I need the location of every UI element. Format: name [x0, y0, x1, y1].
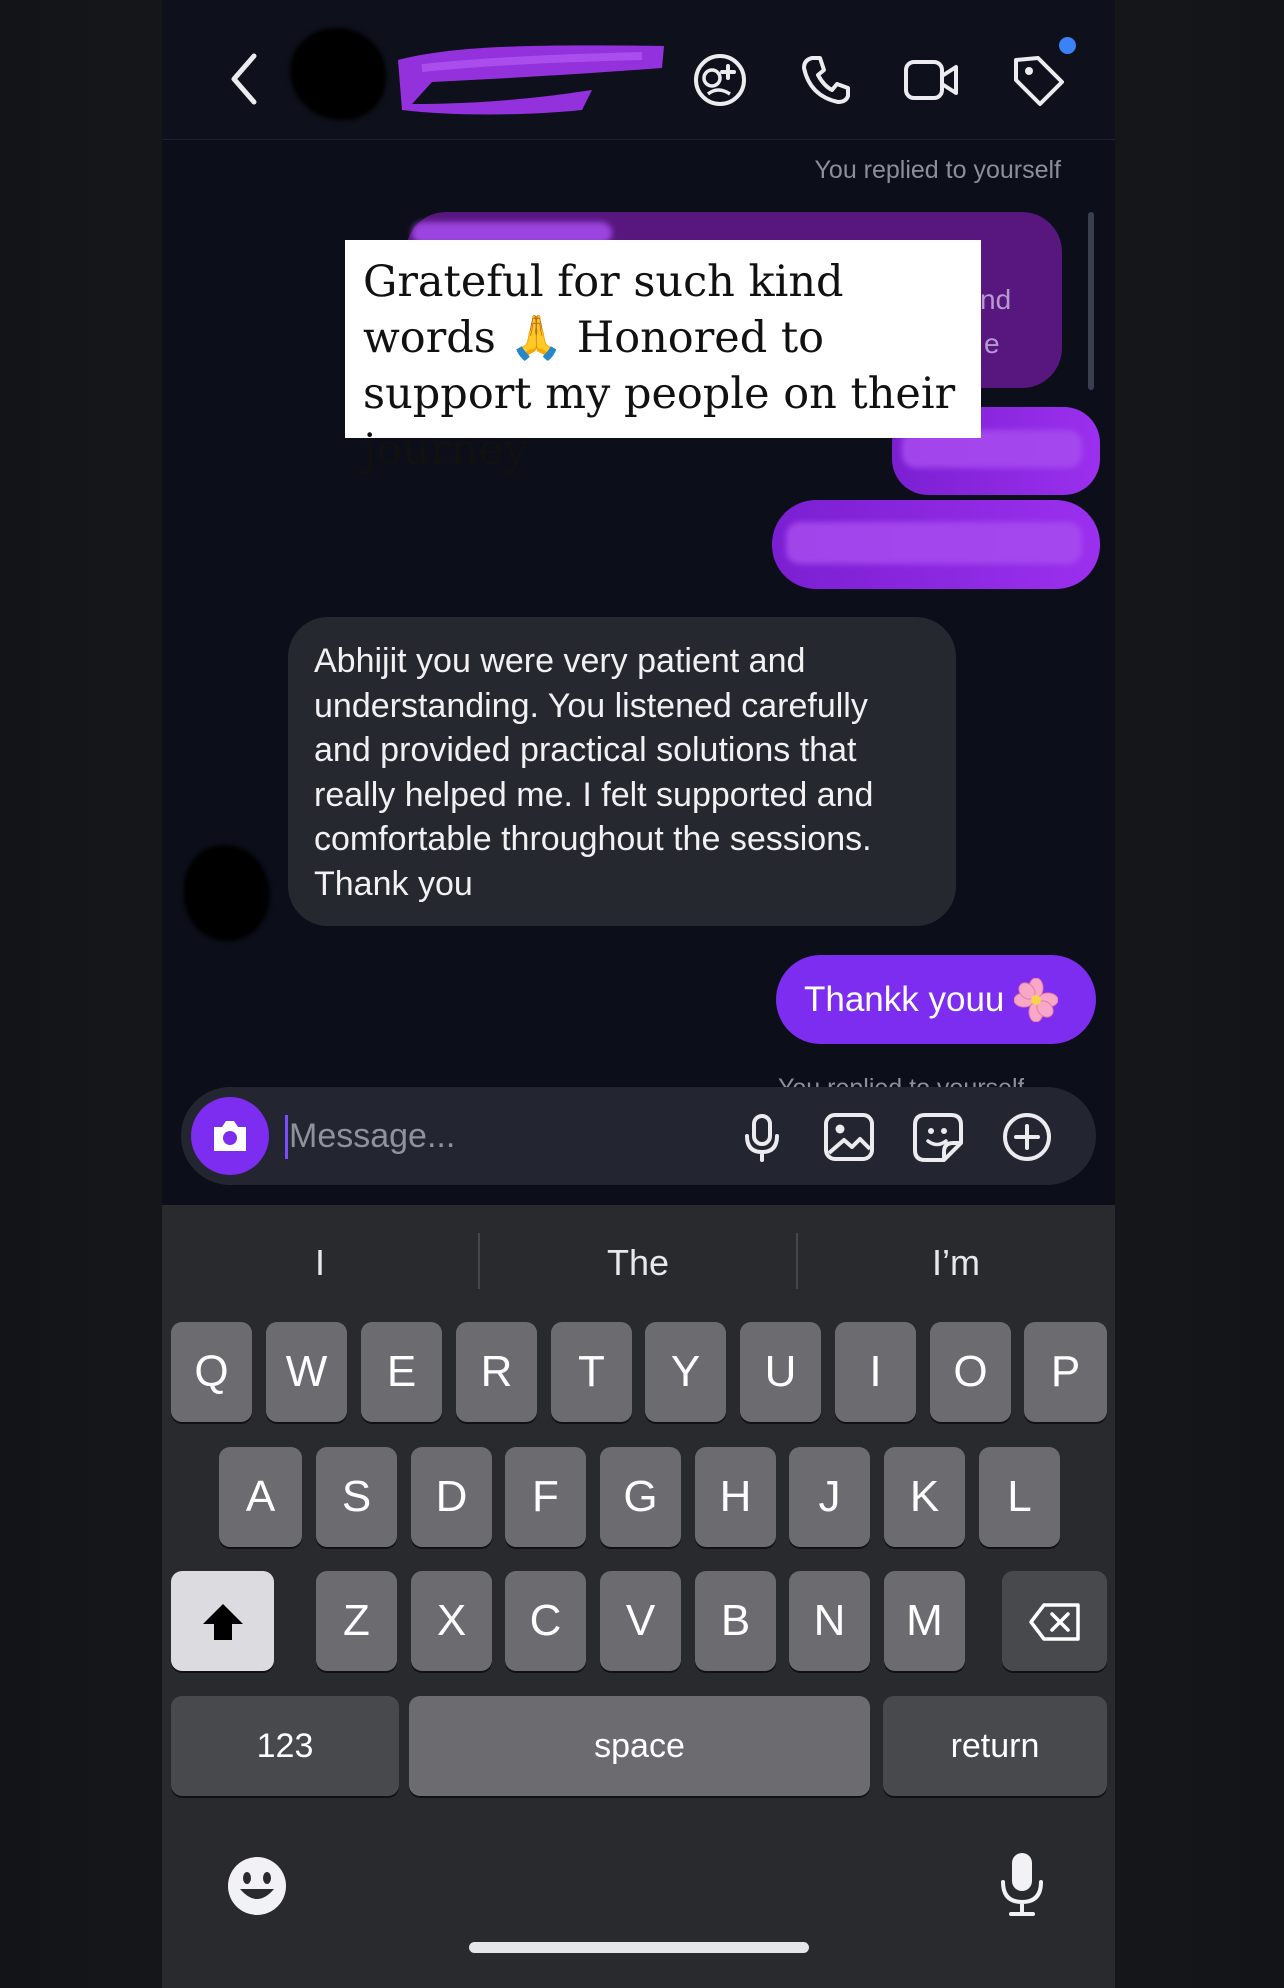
space-key[interactable]: space — [409, 1696, 870, 1796]
key-h[interactable]: H — [695, 1447, 776, 1547]
redaction-mark — [786, 522, 1082, 564]
key-w[interactable]: W — [266, 1322, 347, 1422]
phone-icon[interactable] — [796, 50, 856, 110]
key-o[interactable]: O — [930, 1322, 1011, 1422]
message-composer — [181, 1087, 1096, 1185]
camera-button[interactable] — [191, 1097, 269, 1175]
suggestion-1[interactable]: I — [162, 1231, 478, 1295]
caption-overlay: Grateful for such kind words 🙏 Honored t… — [345, 240, 981, 475]
key-n[interactable]: N — [789, 1571, 870, 1671]
tag-icon[interactable] — [1008, 50, 1068, 110]
chevron-left-icon[interactable] — [222, 48, 268, 110]
key-j[interactable]: J — [789, 1447, 870, 1547]
key-v[interactable]: V — [600, 1571, 681, 1671]
text-caret — [285, 1115, 288, 1159]
key-r[interactable]: R — [456, 1322, 537, 1422]
hidden-text-fragment: e — [984, 328, 1000, 359]
key-l[interactable]: L — [979, 1447, 1060, 1547]
key-m[interactable]: M — [884, 1571, 965, 1671]
key-i[interactable]: I — [835, 1322, 916, 1422]
key-b[interactable]: B — [695, 1571, 776, 1671]
emoji-icon[interactable] — [226, 1855, 288, 1917]
key-e[interactable]: E — [361, 1322, 442, 1422]
suggestion-2[interactable]: The — [480, 1231, 796, 1295]
home-indicator[interactable] — [469, 1942, 809, 1953]
key-z[interactable]: Z — [316, 1571, 397, 1671]
gallery-icon[interactable] — [822, 1110, 876, 1164]
scrollbar[interactable] — [1088, 212, 1094, 390]
reply-note: You replied to yourself — [814, 156, 1061, 184]
key-c[interactable]: C — [505, 1571, 586, 1671]
return-key[interactable]: return — [883, 1696, 1107, 1796]
avatar[interactable] — [290, 28, 386, 120]
backspace-icon — [1029, 1603, 1080, 1641]
key-t[interactable]: T — [551, 1322, 632, 1422]
video-icon[interactable] — [902, 50, 962, 110]
add-icon[interactable] — [1000, 1110, 1054, 1164]
keyboard: I The I’m Q W E R T Y U I O P A S D F G … — [162, 1205, 1115, 1988]
key-y[interactable]: Y — [645, 1322, 726, 1422]
received-message[interactable]: Abhijit you were very patient and unders… — [288, 617, 956, 926]
key-x[interactable]: X — [411, 1571, 492, 1671]
sender-avatar[interactable] — [184, 845, 270, 941]
sticker-icon[interactable] — [911, 1110, 965, 1164]
caption-text: Grateful for such kind words 🙏 Honored t… — [363, 257, 956, 475]
flower-icon — [1014, 977, 1059, 1022]
key-f[interactable]: F — [505, 1447, 586, 1547]
delete-key[interactable] — [1002, 1571, 1107, 1671]
suggestion-3[interactable]: I’m — [798, 1231, 1114, 1295]
key-d[interactable]: D — [411, 1447, 492, 1547]
key-p[interactable]: P — [1024, 1322, 1107, 1422]
shift-arrow-icon — [203, 1604, 243, 1640]
numbers-key[interactable]: 123 — [171, 1696, 399, 1796]
microphone-icon[interactable] — [735, 1110, 789, 1164]
shift-key[interactable] — [171, 1571, 274, 1671]
key-k[interactable]: K — [884, 1447, 965, 1547]
sent-message-text: Thankk youu — [804, 979, 1005, 1019]
key-s[interactable]: S — [316, 1447, 397, 1547]
key-q[interactable]: Q — [171, 1322, 252, 1422]
sparkle-icon[interactable] — [690, 50, 750, 110]
contact-name-redacted[interactable] — [392, 38, 670, 118]
dictation-icon[interactable] — [997, 1850, 1047, 1918]
phone-screen: You replied to yourself nd e Grateful fo… — [162, 0, 1115, 1988]
key-g[interactable]: G — [600, 1447, 681, 1547]
sent-message[interactable]: Thankk youu — [776, 955, 1096, 1044]
key-u[interactable]: U — [740, 1322, 821, 1422]
screen: You replied to yourself nd e Grateful fo… — [0, 0, 1284, 1988]
chat-header — [162, 0, 1115, 140]
message-input[interactable] — [289, 1109, 729, 1163]
received-message-text: Abhijit you were very patient and unders… — [314, 642, 874, 903]
key-a[interactable]: A — [219, 1447, 302, 1547]
hidden-text-fragment: nd — [980, 284, 1012, 315]
notification-dot — [1059, 37, 1076, 54]
camera-icon — [214, 1121, 246, 1151]
